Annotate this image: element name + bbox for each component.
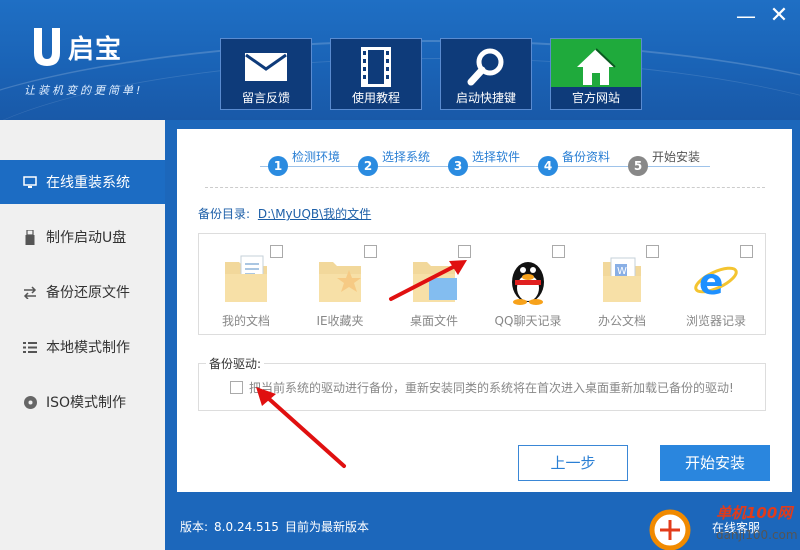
official-site-label: 官方网站 [551, 87, 641, 109]
shortcut-key-button[interactable]: 启动快捷键 [440, 38, 532, 110]
backup-directory: 备份目录: D:\MyUQB\我的文件 [198, 205, 371, 222]
checkbox[interactable] [552, 245, 565, 258]
file-browser-history[interactable]: e 浏览器记录 [669, 234, 763, 334]
backup-dir-label: 备份目录: [198, 207, 251, 221]
search-icon [467, 48, 504, 86]
step-number: 1 [268, 156, 288, 176]
divider [205, 187, 765, 188]
checkbox[interactable] [458, 245, 471, 258]
start-install-button[interactable]: 开始安装 [660, 445, 770, 481]
qq-penguin-icon [512, 262, 544, 305]
slogan: 让装机变的更简单! [24, 84, 144, 97]
checkbox[interactable] [740, 245, 753, 258]
file-office-docs[interactable]: W 办公文档 [575, 234, 669, 334]
home-icon [577, 48, 616, 85]
mail-icon [245, 53, 287, 81]
ie-browser-icon: e [694, 262, 738, 303]
step-label: 选择软件 [472, 150, 521, 164]
watermark-text: 单机100网 [716, 504, 793, 522]
sidebar: 在线重装系统 制作启动U盘 备份还原文件 本地模式制作 ISO模式制作 [0, 120, 165, 550]
sidebar-item-label: 在线重装系统 [46, 175, 130, 191]
file-qq-chat[interactable]: QQ聊天记录 [481, 234, 575, 334]
backup-dir-link[interactable]: D:\MyUQB\我的文件 [258, 207, 371, 221]
version-status: 目前为最新版本 [284, 520, 369, 534]
step-number: 3 [448, 156, 468, 176]
sidebar-item-label: 备份还原文件 [46, 285, 130, 301]
previous-step-button[interactable]: 上一步 [518, 445, 628, 481]
step-label: 选择系统 [382, 150, 431, 164]
desktop-folder-icon [413, 262, 457, 302]
version-label: 版本: [180, 520, 209, 534]
list-icon [22, 339, 38, 355]
step-number: 4 [538, 156, 558, 176]
file-label: 浏览器记录 [685, 314, 746, 328]
file-ie-favorites[interactable]: IE收藏夹 [293, 234, 387, 334]
svg-text:W: W [617, 266, 627, 277]
logo-name: 启宝 [68, 34, 123, 65]
file-label: 我的文档 [221, 314, 270, 328]
sidebar-item-iso-mode[interactable]: ISO模式制作 [0, 380, 165, 424]
file-desktop[interactable]: 桌面文件 [387, 234, 481, 334]
minimize-button[interactable]: — [735, 6, 757, 28]
logo-u-icon [34, 28, 60, 66]
file-my-documents[interactable]: 我的文档 [199, 234, 293, 334]
version-info: 版本: 8.0.24.515 目前为最新版本 [180, 518, 375, 535]
watermark-url: danji100.com [716, 528, 798, 542]
app-logo: 启宝 [30, 26, 122, 68]
file-label: QQ聊天记录 [494, 314, 562, 328]
sidebar-item-label: 本地模式制作 [46, 340, 130, 356]
step-progress: 1 检测环境 2 选择系统 3 选择软件 4 备份资料 5 开始安装 [240, 148, 720, 178]
version-number: 8.0.24.515 [214, 520, 279, 534]
checkbox[interactable] [270, 245, 283, 258]
office-doc-icon: W [603, 257, 641, 302]
file-label: 桌面文件 [409, 314, 458, 328]
checkbox[interactable] [646, 245, 659, 258]
sidebar-item-online-reinstall[interactable]: 在线重装系统 [0, 160, 165, 204]
header-bar: 启宝 让装机变的更简单! — ✕ 留言反馈 使用教程 启动快捷键 官方网站 [0, 0, 800, 120]
tutorial-button[interactable]: 使用教程 [330, 38, 422, 110]
driver-backup-title: 备份驱动: [206, 355, 265, 372]
usb-icon [22, 229, 38, 245]
swap-icon [22, 284, 38, 300]
documents-folder-icon [225, 255, 267, 302]
shortcut-key-label: 启动快捷键 [455, 91, 516, 105]
step-label: 检测环境 [292, 150, 341, 164]
tutorial-label: 使用教程 [351, 91, 400, 105]
feedback-button[interactable]: 留言反馈 [220, 38, 312, 110]
favorites-folder-icon [319, 262, 361, 302]
backup-files-grid: 我的文档 IE收藏夹 桌面文件 QQ聊天记录 W 办公文档 e 浏览器记录 [198, 233, 766, 335]
official-site-button[interactable]: 官方网站 [550, 38, 642, 110]
sidebar-item-label: ISO模式制作 [46, 395, 127, 411]
step-number: 2 [358, 156, 378, 176]
step-label: 开始安装 [652, 150, 701, 164]
driver-backup-description: 把当前系统的驱动进行备份，重新安装同类的系统将在首次进入桌面重新加载已备份的驱动… [249, 381, 734, 395]
sidebar-item-make-usb[interactable]: 制作启动U盘 [0, 215, 165, 259]
file-label: IE收藏夹 [316, 314, 364, 328]
feedback-label: 留言反馈 [241, 91, 290, 105]
monitor-icon [22, 174, 38, 190]
checkbox[interactable] [364, 245, 377, 258]
file-label: 办公文档 [597, 314, 646, 328]
film-icon [361, 47, 391, 87]
disc-icon [22, 394, 38, 410]
driver-backup-checkbox[interactable] [230, 381, 243, 394]
sidebar-item-label: 制作启动U盘 [46, 230, 127, 246]
sidebar-item-local-mode[interactable]: 本地模式制作 [0, 325, 165, 369]
step-label: 备份资料 [562, 150, 611, 164]
sidebar-item-backup-restore[interactable]: 备份还原文件 [0, 270, 165, 314]
close-button[interactable]: ✕ [768, 5, 790, 28]
svg-text:e: e [699, 262, 723, 303]
step-number: 5 [628, 156, 648, 176]
